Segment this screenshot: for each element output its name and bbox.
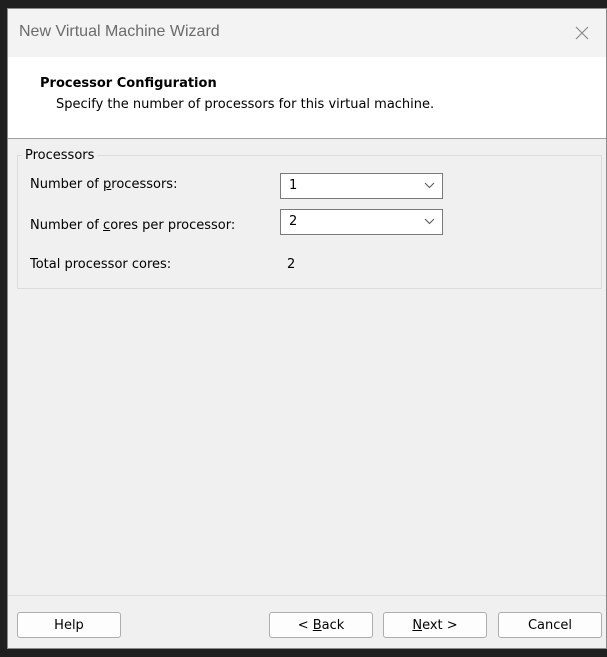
title-bar: New Virtual Machine Wizard [8, 9, 606, 57]
num-processors-value: 1 [289, 178, 298, 193]
next-label-accel: N [412, 617, 423, 633]
num-processors-label: Number of processors: [30, 177, 177, 192]
help-button[interactable]: Help [17, 612, 121, 638]
back-label-post: ack [321, 617, 345, 633]
cores-label-post: ores per processor: [110, 218, 236, 233]
back-label-pre: < [297, 617, 313, 633]
chevron-down-icon [424, 218, 435, 225]
page-subtitle: Specify the number of processors for thi… [56, 97, 435, 112]
wizard-header: Processor Configuration Specify the numb… [8, 57, 606, 139]
total-cores-label: Total processor cores: [30, 257, 172, 272]
back-button[interactable]: < Back [269, 612, 373, 638]
num-processors-label-post: rocessors: [111, 177, 178, 192]
num-processors-label-pre: Number of [30, 177, 104, 192]
next-button-label: Next > [412, 618, 457, 633]
cores-per-processor-select[interactable]: 2 [280, 209, 443, 235]
num-processors-select[interactable]: 1 [280, 173, 443, 199]
window-title: New Virtual Machine Wizard [19, 23, 220, 40]
footer-divider [8, 595, 606, 596]
wizard-window: New Virtual Machine Wizard Processor Con… [7, 8, 607, 649]
next-button[interactable]: Next > [383, 612, 487, 638]
close-button[interactable] [558, 9, 606, 57]
close-icon [575, 26, 589, 40]
cores-label-pre: Number of [30, 218, 104, 233]
cores-per-processor-label: Number of cores per processor: [30, 218, 235, 233]
cancel-button-label: Cancel [527, 617, 573, 633]
next-label-post: ext > [422, 617, 458, 633]
chevron-down-icon [424, 182, 435, 189]
help-button-label: Help [54, 617, 84, 633]
back-button-label: < Back [298, 618, 345, 633]
processors-group-label: Processors [22, 148, 98, 163]
total-cores-value: 2 [287, 257, 296, 272]
cancel-button[interactable]: Cancel [498, 612, 602, 638]
back-label-accel: B [312, 617, 322, 633]
cores-per-processor-value: 2 [289, 214, 298, 229]
page-title: Processor Configuration [40, 76, 217, 91]
